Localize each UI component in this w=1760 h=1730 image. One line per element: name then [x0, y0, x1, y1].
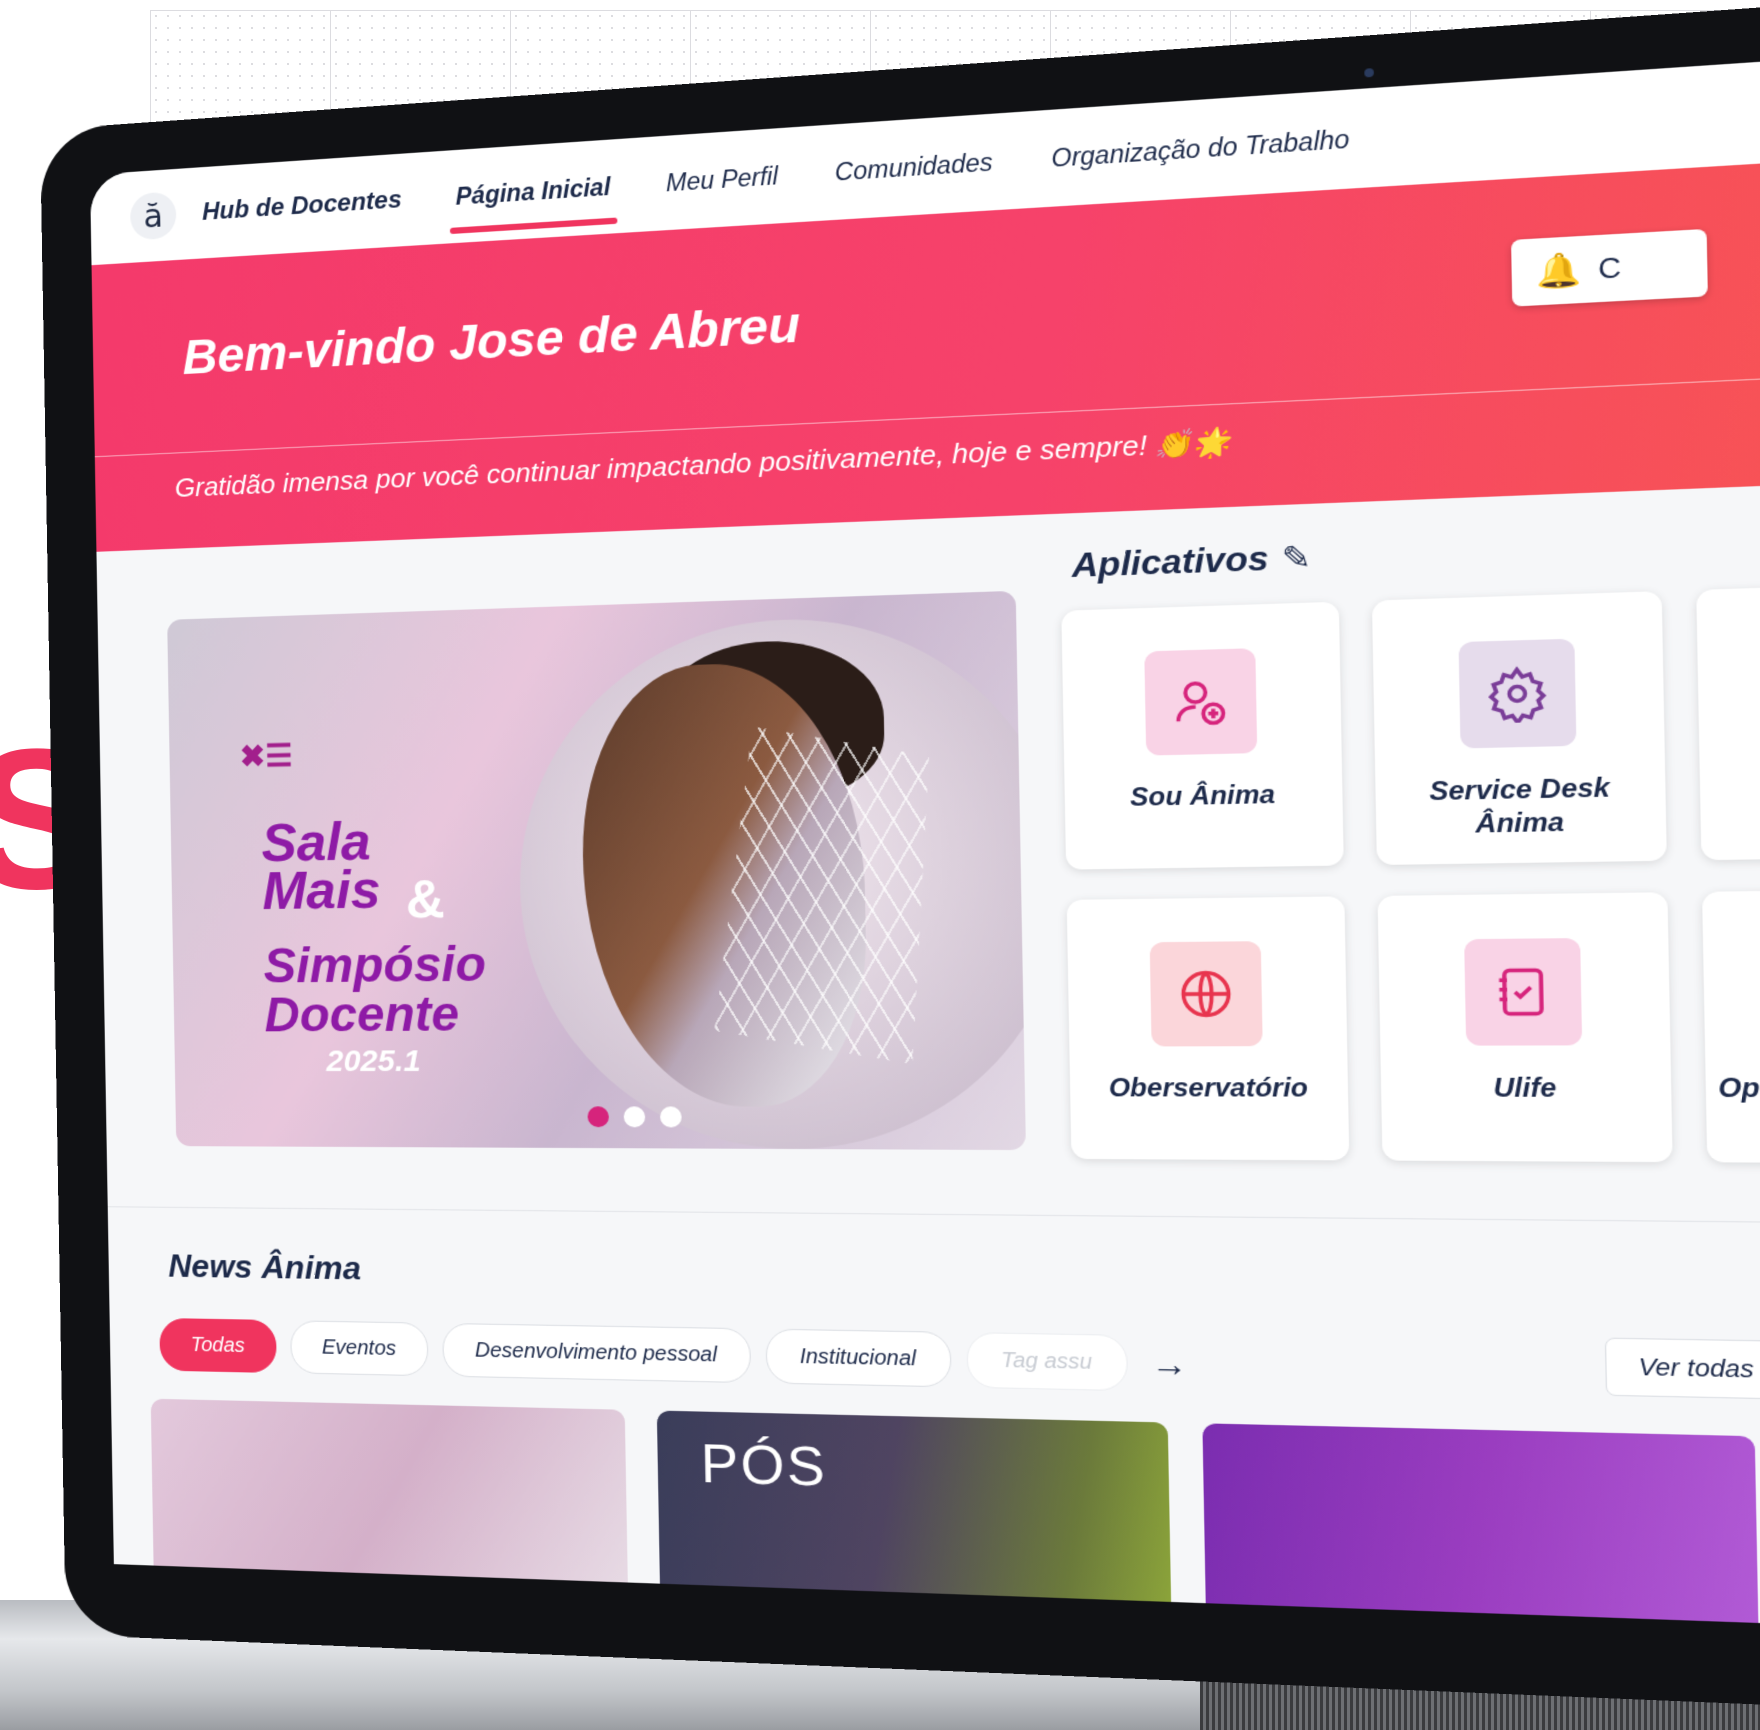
app-logo[interactable]: ă: [129, 191, 177, 241]
bell-icon: 🔔: [1535, 251, 1582, 291]
news-card-text: PÓS: [700, 1433, 828, 1499]
carousel-dot-1[interactable]: [587, 1106, 610, 1128]
app-card-partial[interactable]: [1696, 580, 1760, 861]
tag-desenvolvimento[interactable]: Desenvolvimento pessoal: [442, 1322, 752, 1384]
notifications-label: C: [1597, 249, 1622, 285]
banner-year: 2025.1: [326, 1044, 422, 1079]
nav-link-organizacao[interactable]: Organização do Trabalho: [1051, 124, 1350, 173]
app-card-sou-anima[interactable]: Sou Ânima: [1061, 601, 1344, 870]
nav-link-meu-perfil[interactable]: Meu Perfil: [666, 162, 779, 198]
banner-simposio: Simpósio: [263, 937, 487, 994]
brand-name[interactable]: Hub de Docentes: [202, 186, 402, 227]
apps-title: Aplicativos: [1071, 538, 1269, 585]
carousel-dots: [587, 1106, 682, 1128]
banner-amp: &: [405, 869, 446, 930]
tag-eventos[interactable]: Eventos: [289, 1320, 429, 1377]
globe-icon: [1149, 941, 1263, 1047]
nav-link-pagina-inicial[interactable]: Página Inicial: [455, 172, 610, 210]
news-title: News Ânima: [168, 1247, 362, 1287]
news-tags: Todas Eventos Desenvolvimento pessoal In…: [159, 1317, 1188, 1393]
section-divider: [107, 1206, 1760, 1227]
banner-carousel[interactable]: ✖☰ Sala Mais & Simpósio Docente 2025.1: [167, 590, 1026, 1151]
checklist-icon: [1464, 938, 1583, 1046]
arrow-right-icon[interactable]: →: [1150, 1343, 1188, 1384]
main-content: ✖☰ Sala Mais & Simpósio Docente 2025.1 A…: [96, 471, 1760, 1638]
nav-link-comunidades[interactable]: Comunidades: [835, 148, 993, 187]
tag-institucional[interactable]: Institucional: [765, 1328, 952, 1388]
app-label: Oberservatório: [1108, 1073, 1309, 1104]
edit-icon[interactable]: ✎: [1281, 539, 1322, 577]
banner-mais: Mais: [261, 860, 381, 922]
carousel-dot-2[interactable]: [623, 1106, 646, 1128]
banner-title-1: Sala Mais: [261, 812, 381, 922]
app-label: Sou Ânima: [1129, 780, 1276, 813]
banner-docente: Docente: [264, 987, 460, 1043]
tag-todas[interactable]: Todas: [159, 1317, 277, 1374]
welcome-message: Gratidão imensa por você continuar impac…: [174, 425, 1231, 504]
welcome-title: Bem-vindo Jose de Abreu: [182, 297, 801, 386]
app-card-ulife[interactable]: Ulife: [1377, 892, 1673, 1163]
gear-icon: [1458, 638, 1577, 749]
laptop-bezel: ă Hub de Docentes Página Inicial Meu Per…: [40, 0, 1760, 1725]
banner-title-2: Simpósio Docente: [263, 937, 487, 1043]
screen: ă Hub de Docentes Página Inicial Meu Per…: [89, 36, 1760, 1638]
app-card-observatorio[interactable]: Oberservatório: [1066, 896, 1350, 1161]
app-card-partial-2[interactable]: Opo I: [1702, 887, 1760, 1164]
app-label: Service Desk Ânima: [1429, 773, 1611, 840]
notifications-button[interactable]: 🔔 C: [1511, 228, 1708, 307]
carousel-dot-3[interactable]: [659, 1106, 682, 1128]
news-card[interactable]: [1202, 1423, 1760, 1638]
tag-more[interactable]: Tag assu: [965, 1332, 1129, 1392]
news-card[interactable]: PÓS: [656, 1410, 1172, 1638]
camera: [1364, 68, 1374, 78]
see-all-button[interactable]: Ver todas: [1604, 1337, 1760, 1400]
apps-grid: Sou Ânima Service Desk Ânima Oberservató…: [1061, 575, 1760, 1165]
app-label: Ulife: [1493, 1073, 1557, 1104]
news-cards: PÓS: [150, 1398, 1760, 1638]
banner-symbols-icon: ✖☰: [239, 739, 293, 775]
app-card-service-desk[interactable]: Service Desk Ânima: [1371, 591, 1667, 866]
user-add-icon: [1144, 648, 1258, 756]
news-card[interactable]: [150, 1398, 629, 1620]
app-label: Opo I: [1717, 1073, 1760, 1104]
